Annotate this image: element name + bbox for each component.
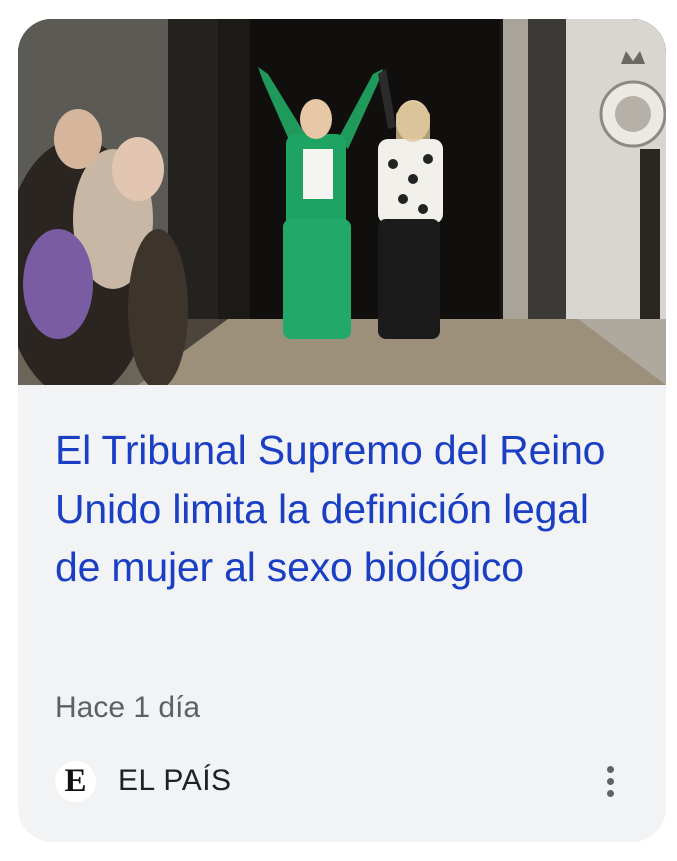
more-vert-icon[interactable] bbox=[592, 757, 628, 805]
more-dot bbox=[606, 765, 614, 773]
more-dot bbox=[606, 789, 614, 797]
timestamp: Hace 1 día bbox=[55, 691, 201, 724]
source-row[interactable]: E EL PAÍS bbox=[55, 759, 232, 803]
more-dot bbox=[606, 777, 614, 785]
source-name: EL PAÍS bbox=[118, 764, 232, 797]
news-card[interactable]: El Tribunal Supremo del Reino Unido limi… bbox=[18, 19, 666, 842]
logo-letter: E bbox=[64, 762, 87, 799]
news-image[interactable] bbox=[18, 19, 666, 385]
news-photo bbox=[18, 19, 666, 385]
publisher-logo: E bbox=[55, 760, 96, 802]
headline[interactable]: El Tribunal Supremo del Reino Unido limi… bbox=[55, 421, 635, 597]
